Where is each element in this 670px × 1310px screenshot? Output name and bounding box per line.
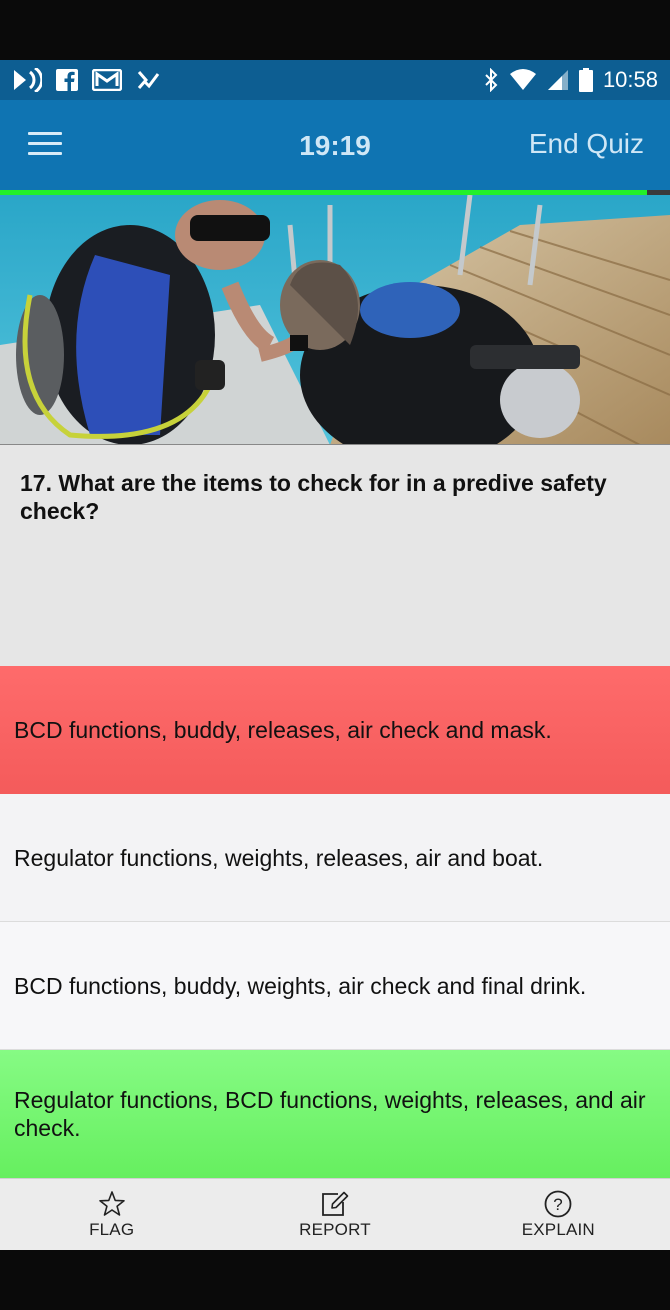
answer-option-2[interactable]: Regulator functions, weights, releases, … bbox=[0, 794, 670, 922]
signal-icon bbox=[547, 69, 569, 91]
wifi-icon bbox=[509, 69, 537, 91]
battery-icon bbox=[578, 68, 593, 92]
top-screen-border bbox=[0, 0, 670, 60]
question-circle-icon: ? bbox=[543, 1190, 573, 1220]
question-photo bbox=[0, 195, 670, 445]
status-bar: 10:58 bbox=[0, 60, 670, 100]
app-bar: 19:19 End Quiz bbox=[0, 100, 670, 190]
task-check-icon bbox=[136, 68, 160, 92]
bottom-action-bar: FLAG REPORT ? EXPLAIN bbox=[0, 1178, 670, 1250]
answer-option-3[interactable]: BCD functions, buddy, weights, air check… bbox=[0, 922, 670, 1050]
bluetooth-icon bbox=[483, 68, 499, 92]
flag-label: FLAG bbox=[89, 1219, 135, 1239]
answer-option-4[interactable]: Regulator functions, BCD functions, weig… bbox=[0, 1050, 670, 1178]
question-text: 17. What are the items to check for in a… bbox=[20, 470, 607, 524]
explain-label: EXPLAIN bbox=[521, 1219, 595, 1239]
flag-button[interactable]: FLAG bbox=[0, 1179, 223, 1250]
report-button[interactable]: REPORT bbox=[223, 1179, 446, 1250]
cast-icon bbox=[12, 68, 42, 92]
facebook-icon bbox=[56, 69, 78, 91]
report-label: REPORT bbox=[299, 1219, 371, 1239]
gmail-icon bbox=[92, 69, 122, 91]
star-outline-icon bbox=[98, 1190, 126, 1220]
edit-icon bbox=[320, 1190, 350, 1220]
system-icons: 10:58 bbox=[483, 67, 658, 93]
explain-button[interactable]: ? EXPLAIN bbox=[447, 1179, 670, 1250]
question-panel: 17. What are the items to check for in a… bbox=[0, 445, 670, 666]
hamburger-icon[interactable] bbox=[28, 132, 62, 158]
bottom-screen-border bbox=[0, 1250, 670, 1310]
clock: 10:58 bbox=[602, 67, 658, 92]
answer-option-1[interactable]: BCD functions, buddy, releases, air chec… bbox=[0, 666, 670, 794]
svg-text:?: ? bbox=[554, 1195, 563, 1214]
notification-icons bbox=[12, 68, 160, 92]
end-quiz-button[interactable]: End Quiz bbox=[529, 128, 644, 160]
